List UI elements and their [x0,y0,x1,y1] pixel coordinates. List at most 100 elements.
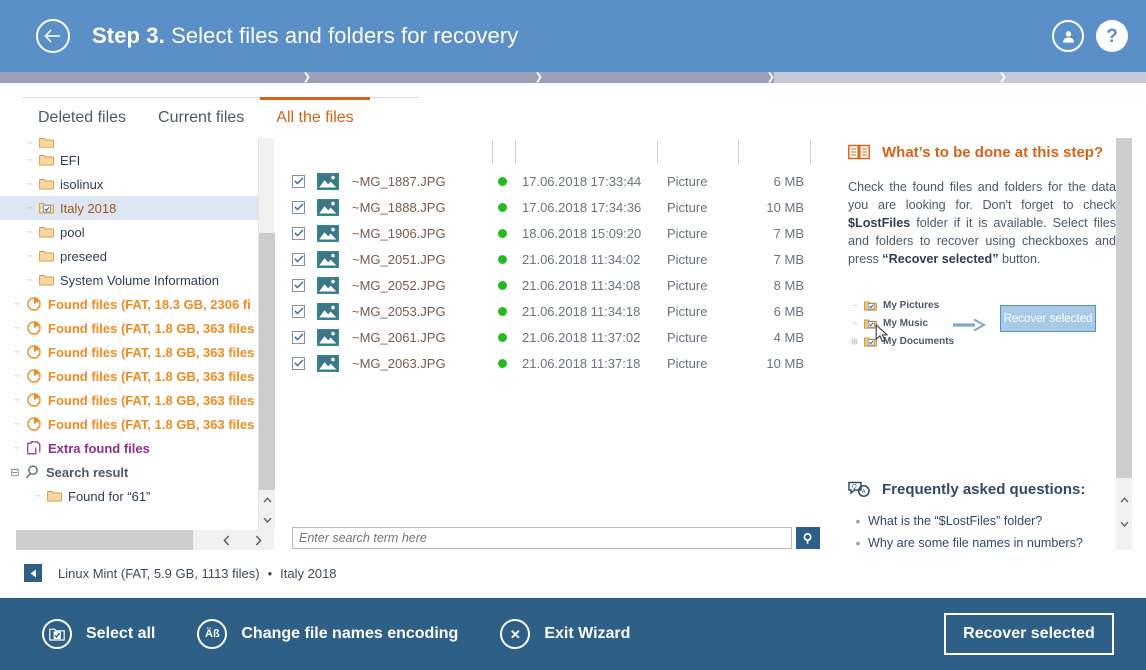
file-list[interactable]: ~MG_1887.JPG 17.06.2018 17:33:44 Picture 6 … [282,138,840,520]
expander-icon[interactable]: ┄ [10,299,24,310]
info-scroll-up-button[interactable] [1116,490,1132,510]
faq-heading: Q A Frequently asked questions: [848,481,1116,498]
exit-wizard-button[interactable]: ✕ Exit Wizard [500,619,630,649]
tree-item-found-files-fat-1-8-gb-363-files[interactable]: ┄ Found files (FAT, 1.8 GB, 363 files [0,340,258,364]
expander-icon[interactable]: ┄ [10,443,24,454]
column-separator[interactable] [810,140,811,164]
file-row[interactable]: ~MG_1888.JPG 17.06.2018 17:34:36 Picture 10… [282,194,840,220]
tree-item-pool[interactable]: ┄ pool [0,220,258,244]
tree-row-partial[interactable]: ┄ [0,138,258,148]
column-separator[interactable] [738,140,739,164]
tree-item-found-files-fat-1-8-gb-363-files[interactable]: ┄ Found files (FAT, 1.8 GB, 363 files [0,412,258,436]
file-row[interactable]: ~MG_2052.JPG 21.06.2018 11:34:08 Picture 8 … [282,272,840,298]
picture-icon [314,276,342,294]
expander-icon[interactable]: ┄ [22,227,36,238]
tree-item-isolinux[interactable]: ┄ isolinux [0,172,258,196]
folder-tree[interactable]: ┄ ┄ EFI ┄ isolinux ┄ Italy 2018 ┄ pool ┄ preseed ┄ S… [0,138,258,550]
expander-icon[interactable]: ┄ [22,155,36,166]
expander-icon[interactable]: ┄ [22,203,36,214]
tree-item-extra-found-files[interactable]: ┄ Extra found files [0,436,258,460]
tab-deleted-files[interactable]: Deleted files [22,97,142,135]
tree-item-search-result[interactable]: ⊟ Search result [0,460,258,484]
status-folder[interactable]: Italy 2018 [280,566,336,581]
file-row[interactable]: ~MG_2051.JPG 21.06.2018 11:34:02 Picture 7 … [282,246,840,272]
file-checkbox[interactable] [292,278,306,292]
file-state-indicator [482,254,522,264]
illustration-recover-button[interactable]: Recover selected [1000,305,1096,332]
folder-checked-icon [861,300,879,311]
info-step-body: Check the found files and folders for th… [848,178,1116,268]
account-button[interactable] [1052,20,1084,52]
help-icon: ? [1106,25,1118,47]
tree-vertical-scrollbar[interactable] [258,138,275,530]
check-icon [293,177,304,185]
tree-item-system-volume-information[interactable]: ┄ System Volume Information [0,268,258,292]
file-row[interactable]: ~MG_2063.JPG 21.06.2018 11:37:18 Picture 10… [282,350,840,376]
expander-icon[interactable]: ⊟ [8,466,22,479]
tree-item-italy-2018[interactable]: ┄ Italy 2018 [0,196,258,220]
tree-scroll-up-button[interactable] [259,490,275,510]
expander-icon[interactable]: ┄ [22,179,36,190]
tree-item-found-files-fat-1-8-gb-363-files[interactable]: ┄ Found files (FAT, 1.8 GB, 363 files [0,388,258,412]
expander-icon[interactable]: ┄ [22,275,36,286]
file-checkbox[interactable] [292,330,306,344]
tree-item-found-files-fat-1-8-gb-363-files[interactable]: ┄ Found files (FAT, 1.8 GB, 363 files [0,316,258,340]
tree-horizontal-scrollbar[interactable] [16,530,274,550]
file-list-header [282,138,840,164]
file-checkbox[interactable] [292,200,306,214]
tree-scroll-down-button[interactable] [259,510,275,530]
tree-scroll-right-button[interactable] [242,530,274,550]
folder-icon [36,138,56,148]
tab-current-files[interactable]: Current files [142,97,260,135]
tree-item-found-files-fat-18-3-gb-2306-fi[interactable]: ┄ Found files (FAT, 18.3 GB, 2306 fi [0,292,258,316]
tree-item-preseed[interactable]: ┄ preseed [0,244,258,268]
file-row[interactable]: ~MG_2053.JPG 21.06.2018 11:34:18 Picture 6 … [282,298,840,324]
info-panel-scroll-thumb[interactable] [1116,138,1132,478]
tab-all-the-files[interactable]: All the files [260,97,370,135]
expander-icon[interactable]: ┄ [22,251,36,262]
select-all-button[interactable]: Select all [42,619,155,649]
pie-icon [24,393,44,407]
info-panel-scrollbar[interactable] [1116,138,1132,550]
status-volume[interactable]: Linux Mint (FAT, 5.9 GB, 1113 files) [58,566,260,581]
column-separator[interactable] [492,140,493,164]
file-row[interactable]: ~MG_1906.JPG 18.06.2018 15:09:20 Picture 7 … [282,220,840,246]
help-button[interactable]: ? [1096,20,1128,52]
file-checkbox[interactable] [292,174,306,188]
tree-vertical-scroll-thumb[interactable] [259,233,275,490]
expander-icon[interactable]: ┄ [10,419,24,430]
progress-segment [1006,72,1146,83]
expander-icon[interactable]: ┄ [10,323,24,334]
expander-icon[interactable]: ┄ [10,371,24,382]
faq-icon: Q A [848,481,870,497]
tree-item-found-for-61[interactable]: ┄ Found for “61” [0,484,258,508]
faq-item[interactable]: • Why are some file names in numbers? [848,532,1116,550]
file-checkbox[interactable] [292,356,306,370]
file-size: 10 MB [766,355,804,371]
folder-icon [36,154,56,166]
back-button[interactable] [36,19,70,53]
tree-item-efi[interactable]: ┄ EFI [0,148,258,172]
search-button[interactable] [796,527,820,549]
recover-selected-button[interactable]: Recover selected [944,613,1114,655]
column-separator[interactable] [657,140,658,164]
file-checkbox[interactable] [292,252,306,266]
app-header: Step 3. Select files and folders for rec… [0,0,1146,72]
file-type: Picture [667,199,708,215]
search-input[interactable] [292,527,792,549]
expander-icon[interactable]: ┄ [30,491,44,502]
expander-icon[interactable]: ┄ [10,347,24,358]
expander-icon[interactable]: ┄ [10,395,24,406]
change-encoding-button[interactable]: Äß Change file names encoding [197,619,458,649]
column-separator[interactable] [515,140,516,164]
file-checkbox[interactable] [292,226,306,240]
file-checkbox[interactable] [292,304,306,318]
tree-scroll-left-button[interactable] [210,530,242,550]
info-scroll-down-button[interactable] [1116,514,1132,534]
tree-item-found-files-fat-1-8-gb-363-files[interactable]: ┄ Found files (FAT, 1.8 GB, 363 files [0,364,258,388]
file-row[interactable]: ~MG_2061.JPG 21.06.2018 11:37:02 Picture 4 … [282,324,840,350]
status-back-button[interactable] [24,564,42,582]
faq-item[interactable]: • What is the “$LostFiles” folder? [848,510,1116,532]
tree-horizontal-scroll-thumb[interactable] [16,530,193,550]
file-row[interactable]: ~MG_1887.JPG 17.06.2018 17:33:44 Picture 6 … [282,168,840,194]
